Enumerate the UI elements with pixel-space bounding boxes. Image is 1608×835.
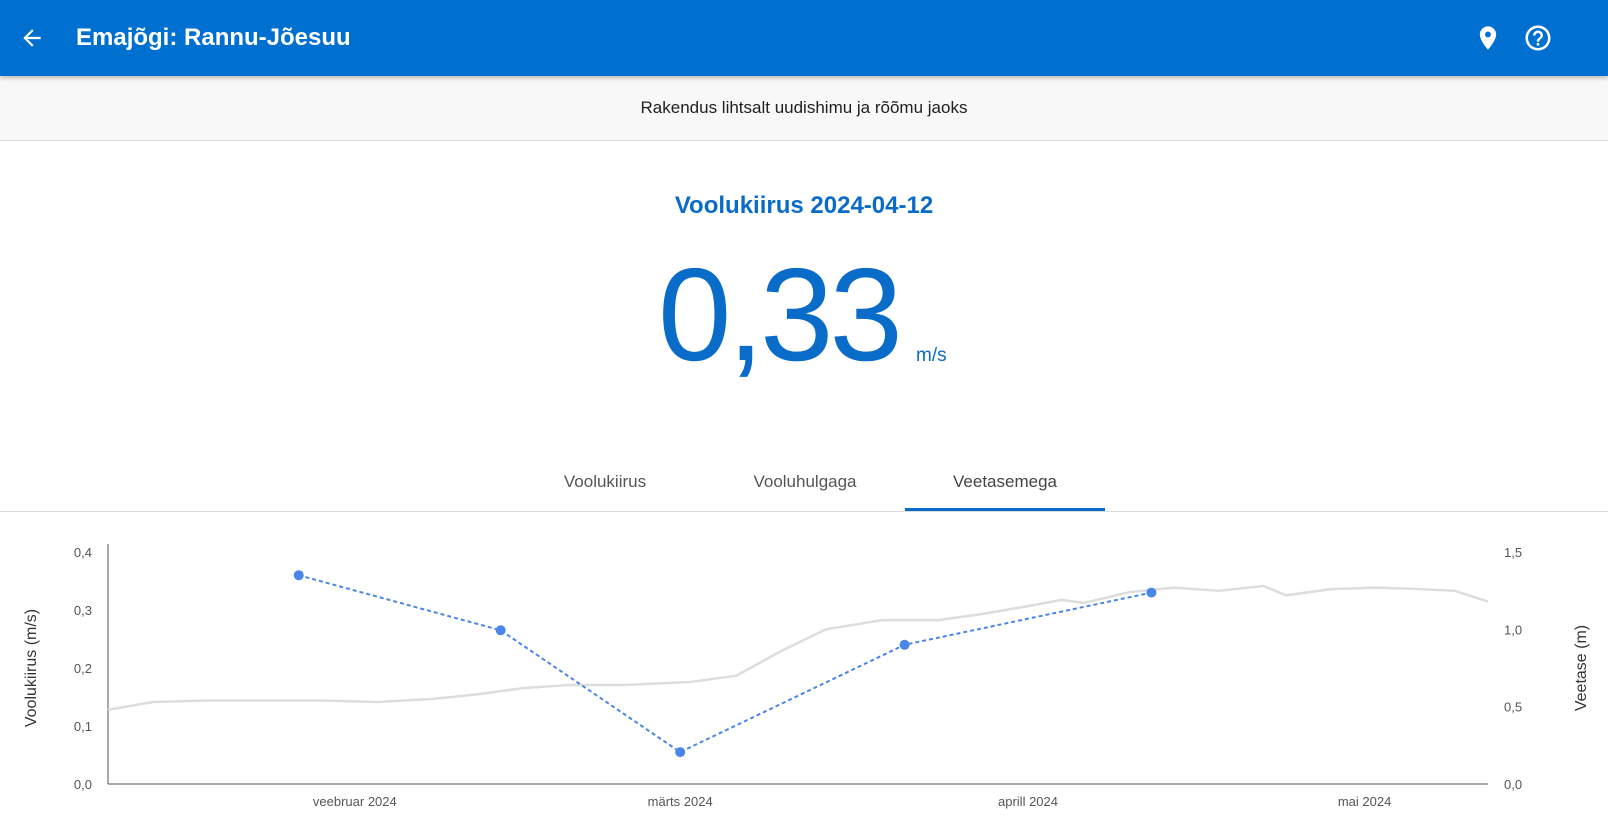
help-circle-icon: [1525, 25, 1551, 51]
y-right-tick-label: 0,5: [1504, 700, 1522, 715]
page-title: Emajõgi: Rannu-Jõesuu: [76, 24, 351, 51]
chart: 0,0 0,1 0,2 0,3 0,4 0,0 0,5 1,0 1,5 veebruar 2024…: [23, 544, 1590, 809]
velocity-line: [298, 574, 1152, 754]
tab-bar: Voolukiirus Vooluhulgaga Veetasemega: [0, 455, 1608, 512]
location-pin-icon: [1479, 26, 1497, 50]
x-tick-label: märts 2024: [648, 794, 713, 809]
back-button[interactable]: [16, 22, 48, 54]
y-right-tick-label: 0,0: [1504, 777, 1522, 792]
y-right-tick-label: 1,0: [1504, 622, 1522, 637]
y-left-tick-label: 0,1: [74, 719, 92, 734]
info-banner: Rakendus lihtsalt uudishimu ja rõõmu jao…: [0, 76, 1608, 141]
velocity-point: [1146, 587, 1157, 598]
y-right-tick-label: 1,5: [1504, 545, 1522, 560]
y-left-axis-title: Voolukiirus (m/s): [23, 609, 40, 727]
x-tick-label: veebruar 2024: [313, 794, 397, 809]
x-tick-label: aprill 2024: [998, 794, 1058, 809]
water-level-line: [107, 584, 1489, 712]
y-left-tick-label: 0,4: [74, 545, 92, 560]
velocity-point: [495, 625, 506, 636]
reading-unit: m/s: [916, 345, 947, 366]
velocity-point: [293, 570, 304, 581]
tab-voolukiirus[interactable]: Voolukiirus: [505, 455, 705, 510]
tab-veetasemega[interactable]: Veetasemega: [905, 455, 1105, 511]
app-bar: Emajõgi: Rannu-Jõesuu: [0, 0, 1608, 76]
velocity-point: [675, 747, 686, 758]
y-left-tick-label: 0,2: [74, 661, 92, 676]
y-left-tick-label: 0,3: [74, 603, 92, 618]
y-right-axis-title: Veetase (m): [1573, 625, 1590, 711]
x-tick-label: mai 2024: [1338, 794, 1391, 809]
arrow-back-icon: [23, 29, 41, 47]
reading-value: 0,33: [658, 241, 903, 388]
reading-title: Voolukiirus 2024-04-12: [674, 192, 934, 219]
y-left-tick-label: 0,0: [74, 777, 92, 792]
velocity-point: [899, 639, 910, 650]
tab-vooluhulgaga[interactable]: Vooluhulgaga: [705, 455, 905, 510]
location-button[interactable]: [1472, 22, 1504, 54]
help-button[interactable]: [1522, 22, 1554, 54]
